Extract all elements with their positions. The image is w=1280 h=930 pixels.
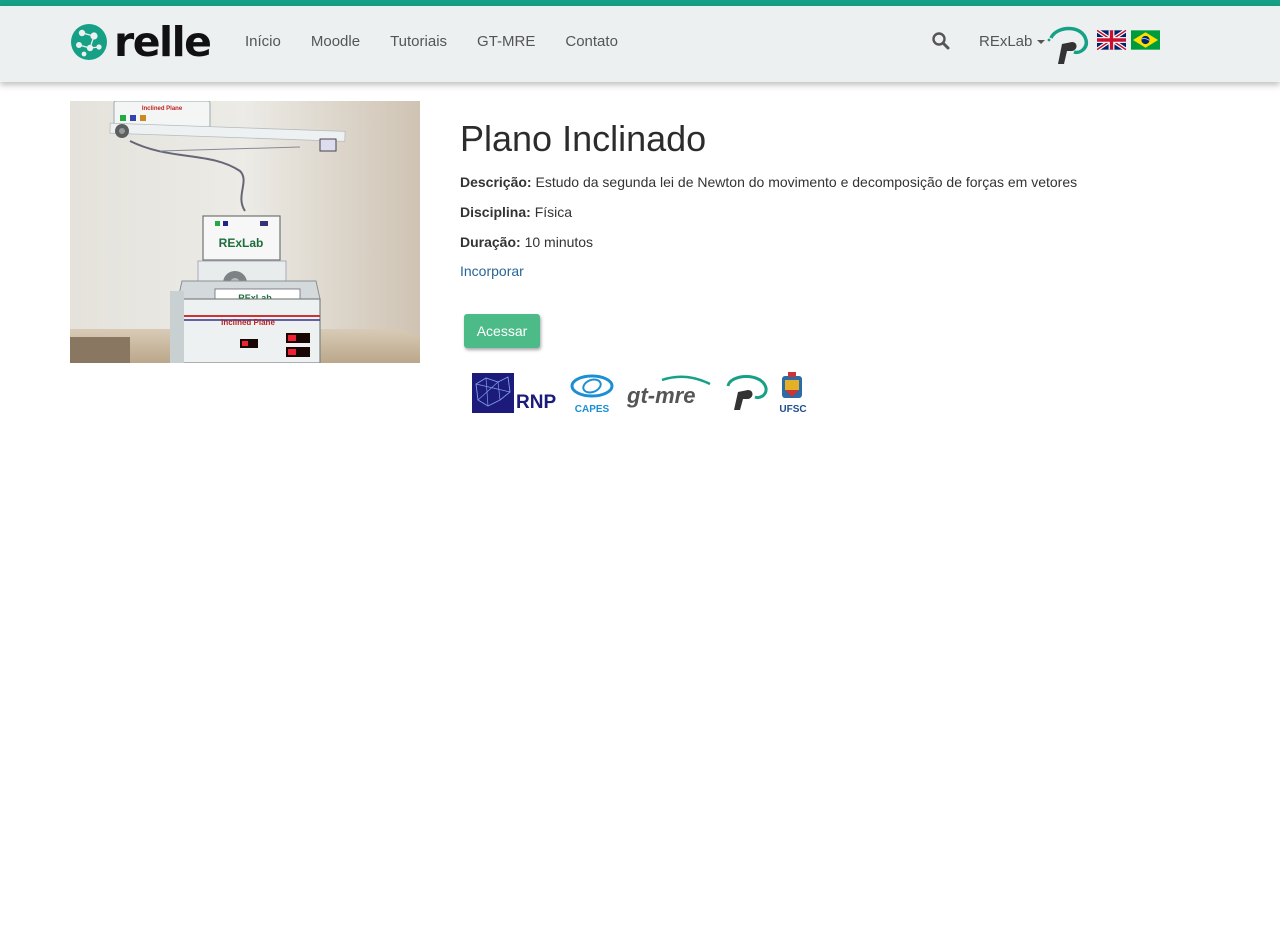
rnp-logo: RNP xyxy=(472,373,556,413)
rexlab-sponsor-logo xyxy=(726,375,768,410)
duration-label: Duração: xyxy=(460,234,521,250)
page-title: Plano Inclinado xyxy=(460,118,707,159)
discipline-field: Disciplina: Física xyxy=(460,203,1240,221)
user-dropdown[interactable]: RExLab xyxy=(979,30,1046,52)
gt-mre-logo: gt-mre xyxy=(626,375,711,408)
discipline-label: Disciplina: xyxy=(460,204,531,220)
brand-name: relle xyxy=(114,18,212,66)
nav-link-contato[interactable]: Contato xyxy=(550,33,633,50)
caret-down-icon xyxy=(1037,40,1046,44)
description-field: Descrição: Estudo da segunda lei de Newt… xyxy=(460,173,1240,191)
main-nav: Início Moodle Tutoriais GT-MRE Contato xyxy=(230,6,633,76)
rnp-text: RNP xyxy=(516,392,556,413)
navbar: relle Início Moodle Tutoriais GT-MRE Con… xyxy=(0,6,1280,82)
user-menu-label: RExLab xyxy=(979,32,1033,50)
nav-link-tutoriais[interactable]: Tutoriais xyxy=(375,33,462,50)
brand[interactable]: relle xyxy=(70,18,212,66)
relle-logo-icon xyxy=(71,24,107,60)
sponsor-logos: RNP CAPES gt-mre UFSC xyxy=(472,372,807,415)
search-icon[interactable] xyxy=(930,30,952,52)
rexlab-logo-icon xyxy=(1047,26,1089,64)
nav-link-moodle[interactable]: Moodle xyxy=(296,33,375,50)
brazil-flag-icon[interactable] xyxy=(1131,30,1160,50)
gt-mre-text: gt-mre xyxy=(626,383,695,408)
duration-value: 10 minutos xyxy=(524,234,594,250)
ufsc-text: UFSC xyxy=(779,404,806,415)
experiment-photo: Inclined Plane RExLab RExLab Inclined Pl… xyxy=(70,101,420,363)
photo-label-top: Inclined Plane xyxy=(142,106,183,112)
description-label: Descrição: xyxy=(460,174,532,190)
embed-link[interactable]: Incorporar xyxy=(460,263,524,279)
photo-label-inclined-plane: Inclined Plane xyxy=(221,318,275,327)
description-value: Estudo da segunda lei de Newton do movim… xyxy=(535,174,1078,190)
photo-label-rexlab-upper: RExLab xyxy=(219,236,264,250)
nav-link-inicio[interactable]: Início xyxy=(230,33,296,50)
access-button[interactable]: Acessar xyxy=(464,314,540,348)
ufsc-logo: UFSC xyxy=(779,372,807,415)
duration-field: Duração: 10 minutos xyxy=(460,233,1240,251)
experiment-details: Plano Inclinado Descrição: Estudo da seg… xyxy=(460,118,1240,281)
discipline-value: Física xyxy=(534,204,573,220)
capes-text: CAPES xyxy=(575,404,610,415)
uk-flag-icon[interactable] xyxy=(1097,30,1126,50)
capes-logo: CAPES xyxy=(570,374,614,415)
nav-link-gt-mre[interactable]: GT-MRE xyxy=(462,33,550,50)
